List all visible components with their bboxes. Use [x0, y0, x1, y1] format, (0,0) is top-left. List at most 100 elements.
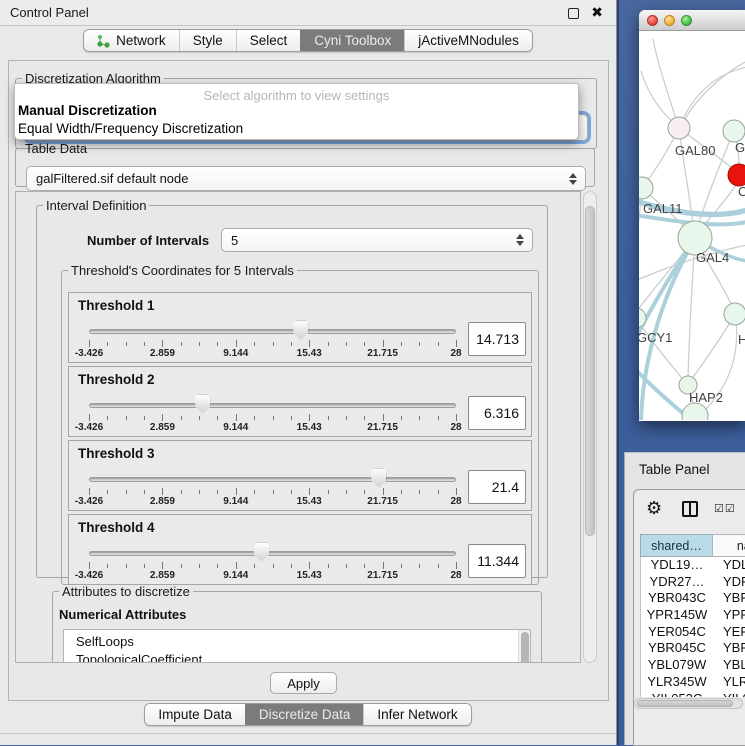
tick-mark	[401, 416, 402, 420]
tick-mark	[181, 564, 182, 568]
tick-label: 2.859	[150, 422, 175, 433]
control-panel-titlebar[interactable]: Control Panel ✖	[0, 0, 616, 26]
apply-button[interactable]: Apply	[270, 672, 337, 694]
dropdown-option-equal-width-frequency-discretization[interactable]: Equal Width/Frequency Discretization	[15, 120, 578, 138]
column-header-name[interactable]: name	[712, 534, 745, 557]
scrollbar-thumb[interactable]	[521, 632, 529, 663]
table-cell: YDL19…	[641, 557, 713, 574]
threshold-4-slider[interactable]: -3.4262.8599.14415.4321.71528	[89, 539, 456, 583]
slider-track[interactable]	[89, 551, 456, 556]
table-row[interactable]: YBR045CYBR0	[641, 640, 745, 657]
tab-network[interactable]: Network	[84, 30, 179, 51]
tab-cyni-toolbox[interactable]: Cyni Toolbox	[300, 30, 404, 51]
tab-jactivemnodules[interactable]: jActiveMNodules	[404, 30, 532, 51]
network-graph[interactable]: GAL80GACGAL11GAL4GCY1HHAP2	[639, 31, 745, 420]
table-row[interactable]: YIL053CYIL0	[641, 691, 745, 698]
slider-tick-labels: -3.4262.8599.14415.4321.71528	[89, 422, 456, 434]
slider-thumb[interactable]	[254, 543, 269, 562]
table-row[interactable]: YLR345WYLR3	[641, 674, 745, 691]
tick-mark	[217, 490, 218, 494]
table-row[interactable]: YPR145WYPR1	[641, 607, 745, 624]
tick-mark	[309, 340, 310, 347]
tick-mark	[107, 490, 108, 494]
slider-track[interactable]	[89, 403, 456, 408]
network-node[interactable]	[682, 403, 708, 420]
tick-mark	[456, 414, 457, 421]
slider-thumb[interactable]	[371, 469, 386, 488]
network-node-c[interactable]	[728, 164, 745, 186]
threshold-2-slider[interactable]: -3.4262.8599.14415.4321.71528	[89, 391, 456, 435]
dropdown-option-manual-discretization[interactable]: Manual Discretization	[15, 102, 578, 120]
attributes-list-scrollbar[interactable]	[518, 630, 530, 663]
table-row[interactable]: YER054CYER0	[641, 624, 745, 641]
threshold-3-value-field[interactable]: 21.4	[468, 470, 526, 504]
tick-mark	[236, 488, 237, 495]
table-row[interactable]: YDL19…YDL1	[641, 557, 745, 574]
attribute-item-topologicalcoefficient[interactable]: TopologicalCoefficient	[64, 651, 530, 664]
num-intervals-value: 5	[231, 229, 238, 251]
threshold-1-value-field[interactable]: 14.713	[468, 322, 526, 356]
table-row[interactable]: YDR27…YDR2	[641, 574, 745, 591]
slider-track[interactable]	[89, 329, 456, 334]
attribute-item-selfloops[interactable]: SelfLoops	[64, 633, 530, 651]
tab-style[interactable]: Style	[179, 30, 236, 51]
number-of-intervals-label: Number of Intervals	[87, 233, 209, 248]
table-panel-title: Table Panel	[639, 462, 710, 477]
network-window-titlebar[interactable]	[639, 10, 745, 31]
slider-thumb[interactable]	[195, 395, 210, 414]
tick-label: -3.426	[75, 348, 103, 359]
select-columns-icon[interactable]: ☑☑	[714, 502, 736, 515]
table-horizontal-scrollbar[interactable]	[634, 698, 743, 709]
threshold-2-value-field[interactable]: 6.316	[468, 396, 526, 430]
tick-mark	[89, 562, 90, 569]
threshold-1-slider[interactable]: -3.4262.8599.14415.4321.71528	[89, 317, 456, 361]
tick-label: 28	[450, 570, 461, 581]
thresholds-group: Threshold's Coordinates for 5 Intervals …	[61, 263, 539, 585]
threshold-4-label: Threshold 4	[78, 520, 155, 535]
minimize-traffic-light-icon[interactable]	[664, 15, 675, 26]
close-icon[interactable]: ✖	[591, 4, 603, 21]
column-header-shared-[interactable]: shared…	[640, 534, 712, 557]
network-node-gal80[interactable]	[668, 117, 690, 139]
tick-label: 21.715	[367, 348, 398, 359]
slider-ticks	[89, 561, 456, 570]
slider-thumb[interactable]	[293, 321, 308, 340]
table-data-combobox[interactable]: galFiltered.sif default node	[26, 166, 586, 191]
tab-impute-data[interactable]: Impute Data	[145, 704, 245, 725]
threshold-4-value-field[interactable]: 11.344	[468, 544, 526, 578]
numerical-attributes-list[interactable]: SelfLoopsTopologicalCoefficientBetweenne…	[63, 629, 531, 663]
network-node-h[interactable]	[724, 303, 745, 325]
gear-icon[interactable]: ⚙	[646, 498, 662, 519]
tick-mark	[291, 490, 292, 494]
slider-track[interactable]	[89, 477, 456, 482]
table-row[interactable]: YBR043CYBR0	[641, 590, 745, 607]
network-node-gcy1[interactable]	[639, 308, 646, 328]
num-intervals-combobox[interactable]: 5	[221, 228, 533, 252]
tick-mark	[419, 564, 420, 568]
tick-label: 15.43	[297, 570, 322, 581]
network-node-ga[interactable]	[723, 120, 745, 142]
scrollbar-thumb[interactable]	[585, 206, 595, 536]
table-data-title: Table Data	[22, 141, 90, 156]
zoom-traffic-light-icon[interactable]	[681, 15, 692, 26]
tab-discretize-data[interactable]: Discretize Data	[245, 704, 364, 725]
scrollbar-thumb[interactable]	[637, 700, 733, 707]
tick-mark	[328, 342, 329, 346]
tab-jactivemnodules-label: jActiveMNodules	[418, 33, 519, 48]
tab-infer-network[interactable]: Infer Network	[363, 704, 470, 725]
column-layout-icon[interactable]	[682, 501, 698, 517]
float-window-icon[interactable]	[568, 8, 579, 19]
tick-mark	[126, 564, 127, 568]
tick-label: 9.144	[223, 348, 248, 359]
slider-tick-labels: -3.4262.8599.14415.4321.71528	[89, 348, 456, 360]
table-row[interactable]: YBL079WYBL0	[641, 657, 745, 674]
panel-vertical-scrollbar[interactable]	[583, 191, 597, 663]
tick-mark	[364, 416, 365, 420]
threshold-3-slider[interactable]: -3.4262.8599.14415.4321.71528	[89, 465, 456, 509]
tick-mark	[236, 414, 237, 421]
slider-ticks	[89, 339, 456, 348]
close-traffic-light-icon[interactable]	[647, 15, 658, 26]
tick-mark	[364, 342, 365, 346]
tab-select[interactable]: Select	[236, 30, 301, 51]
tick-mark	[144, 564, 145, 568]
